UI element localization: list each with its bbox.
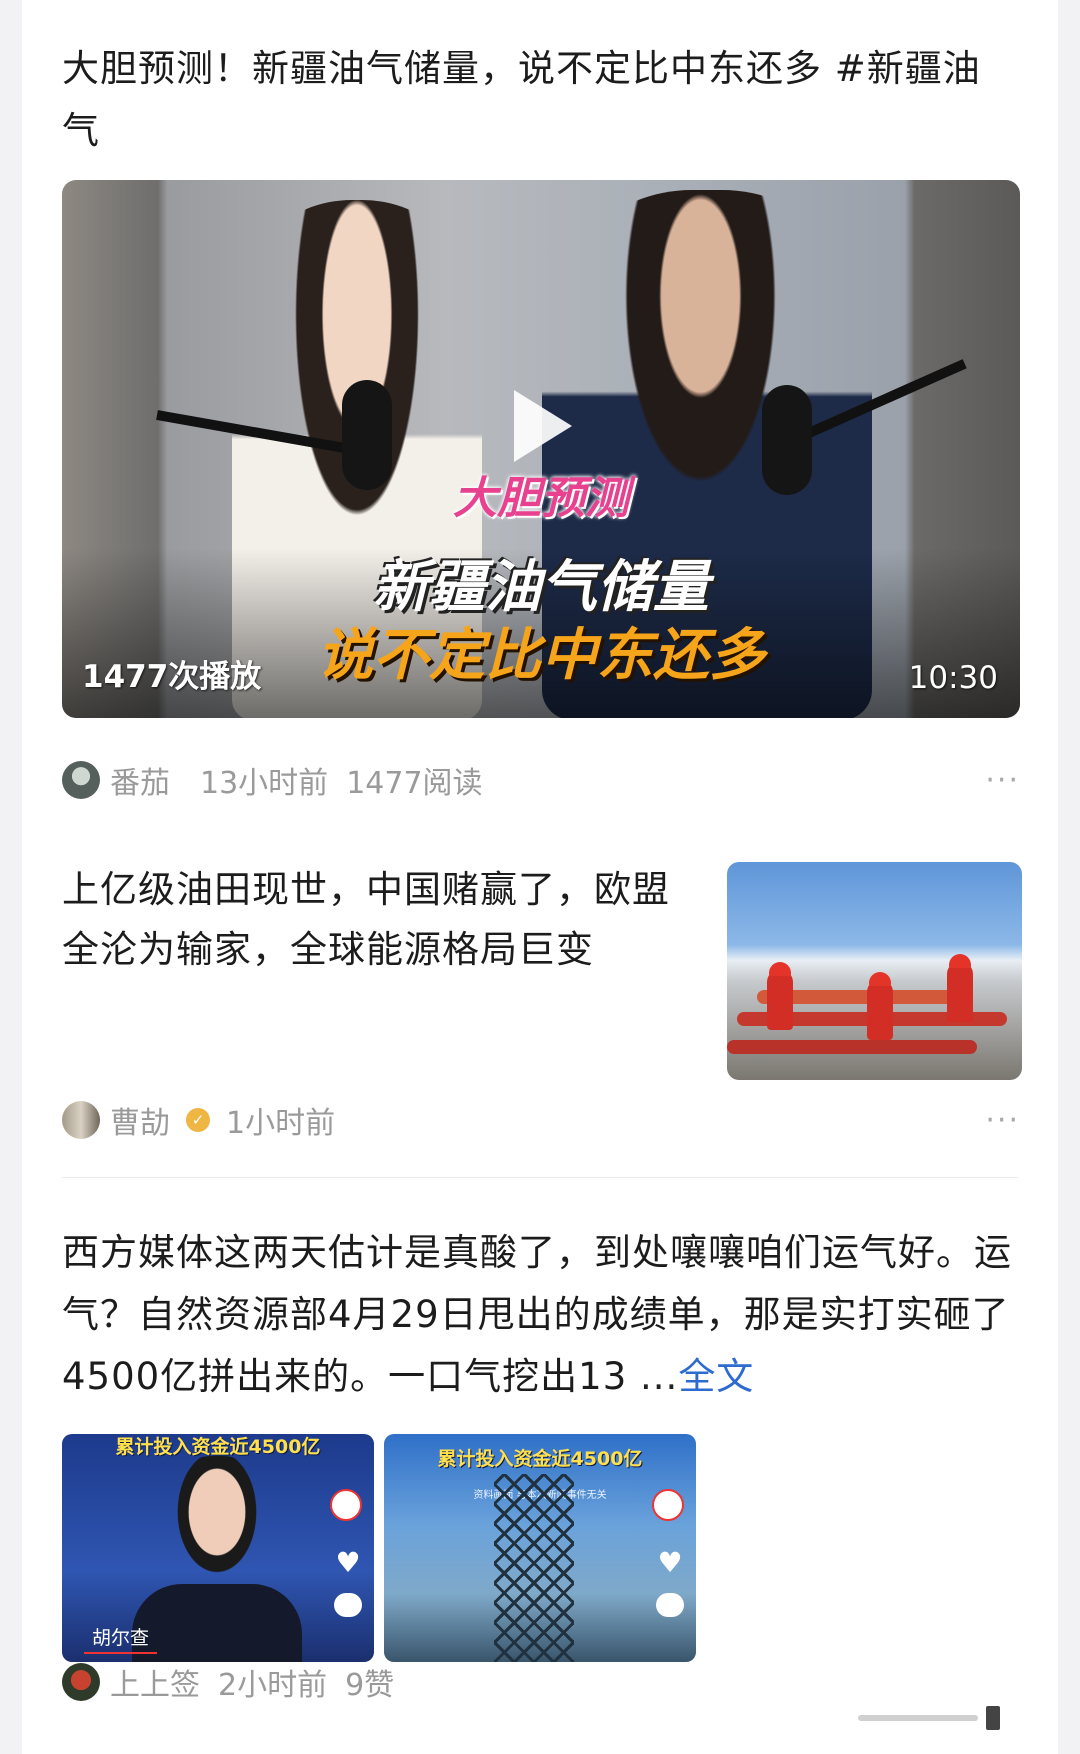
author-name[interactable]: 番茄 (110, 758, 170, 802)
feed: 大胆预测！新疆油气储量，说不定比中东还多 #新疆油气 大胆预测 新疆油气储量 说… (22, 0, 1058, 1754)
chat-icon (334, 1593, 362, 1617)
image-headline: 累计投入资金近4500亿 (437, 1448, 643, 1470)
post-meta: 上上签 2小时前 9赞 (62, 1660, 394, 1704)
video-caption-top: 大胆预测 (453, 473, 629, 524)
post-title[interactable]: 西方媒体这两天估计是真酸了，到处嚷嚷咱们运气好。运气？自然资源部4月29日甩出的… (62, 1222, 1020, 1408)
anchor-name: 胡尔查 (84, 1621, 158, 1654)
channel-avatar (330, 1489, 362, 1521)
post-title[interactable]: 上亿级油田现世，中国赌赢了，欧盟全沦为输家，全球能源格局巨变 (62, 860, 682, 980)
post-time: 1小时前 (226, 1106, 336, 1141)
heart-icon: ♥ (657, 1546, 683, 1579)
more-icon[interactable]: ··· (985, 763, 1020, 798)
avatar[interactable] (62, 1663, 100, 1701)
ellipsis: ... (640, 1355, 679, 1398)
drilling-rig (494, 1474, 574, 1662)
video-side-icons: ♥ (330, 1489, 366, 1617)
play-icon[interactable] (514, 390, 572, 462)
video-player[interactable]: 大胆预测 新疆油气储量 说不定比中东还多 1477次播放 10:30 (62, 180, 1020, 718)
post-thumbnail[interactable] (727, 862, 1022, 1080)
post-meta: 番茄 13小时前 1477阅读 ··· (62, 758, 1020, 802)
read-count: 1477阅读 (346, 766, 483, 801)
post-title[interactable]: 大胆预测！新疆油气储量，说不定比中东还多 #新疆油气 (62, 38, 1018, 162)
post-image[interactable]: 累计投入资金近4500亿 胡尔查 ♥ (62, 1434, 374, 1662)
scroll-indicator[interactable] (858, 1705, 1048, 1731)
chat-icon (656, 1593, 684, 1617)
more-icon[interactable]: ··· (985, 1103, 1020, 1138)
author-name[interactable]: 上上签 (110, 1660, 200, 1704)
post-time: 2小时前 (218, 1668, 328, 1703)
post-card[interactable]: 大胆预测！新疆油气储量，说不定比中东还多 #新疆油气 大胆预测 新疆油气储量 说… (62, 38, 1020, 801)
avatar[interactable] (62, 1101, 100, 1139)
author-name[interactable]: 曹劼 (110, 1098, 170, 1142)
channel-avatar (652, 1489, 684, 1521)
post-card[interactable]: 西方媒体这两天估计是真酸了，到处嚷嚷咱们运气好。运气？自然资源部4月29日甩出的… (62, 1222, 1020, 1703)
verified-badge-icon: ✓ (186, 1108, 210, 1132)
video-duration: 10:30 (908, 660, 998, 696)
avatar[interactable] (62, 761, 100, 799)
post-image[interactable]: 累计投入资金近4500亿 资料画面 与本次新闻事件无关 ♥ (384, 1434, 696, 1662)
post-card[interactable]: 上亿级油田现世，中国赌赢了，欧盟全沦为输家，全球能源格局巨变 曹劼 ✓ 1小时前… (62, 860, 1022, 1141)
divider (62, 1177, 1018, 1178)
news-anchor (162, 1456, 272, 1596)
heart-icon: ♥ (335, 1546, 361, 1579)
play-count: 1477次播放 (82, 659, 262, 695)
video-side-icons: ♥ (652, 1489, 688, 1617)
like-count: 9赞 (345, 1668, 395, 1703)
full-text-link[interactable]: 全文 (678, 1355, 754, 1398)
post-meta: 曹劼 ✓ 1小时前 ··· (62, 1098, 1020, 1142)
scroll-handle[interactable] (986, 1706, 1000, 1730)
post-excerpt: 西方媒体这两天估计是真酸了，到处嚷嚷咱们运气好。运气？自然资源部4月29日甩出的… (62, 1231, 1012, 1398)
post-time: 13小时前 (200, 766, 329, 801)
